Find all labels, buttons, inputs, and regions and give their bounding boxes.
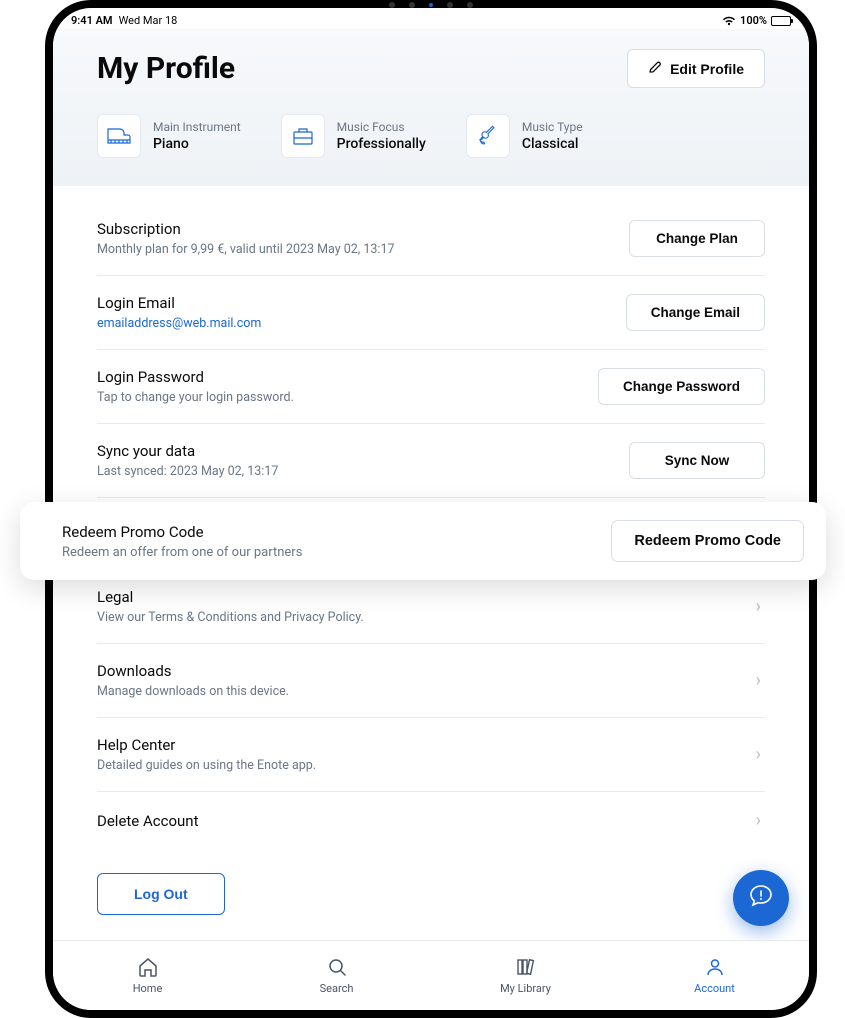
chevron-right-icon: › [756, 596, 765, 617]
email-value: emailaddress@web.mail.com [97, 316, 261, 331]
change-plan-button[interactable]: Change Plan [629, 220, 765, 257]
edit-profile-label: Edit Profile [670, 61, 744, 77]
logout-button[interactable]: Log Out [97, 873, 225, 915]
instrument-label: Main Instrument [153, 120, 241, 134]
tab-search-label: Search [320, 982, 354, 995]
focus-card: Music Focus Professionally [281, 114, 426, 158]
subscription-title: Subscription [97, 220, 395, 238]
focus-value: Professionally [337, 136, 426, 152]
pencil-icon [648, 60, 662, 77]
genre-value: Classical [522, 136, 583, 152]
email-title: Login Email [97, 294, 261, 312]
tab-account-label: Account [694, 982, 735, 995]
status-date: Wed Mar 18 [119, 14, 178, 27]
battery-icon [771, 16, 791, 26]
change-email-button[interactable]: Change Email [626, 294, 765, 331]
tab-account[interactable]: Account [620, 941, 809, 1010]
tab-home[interactable]: Home [53, 941, 242, 1010]
help-title: Help Center [97, 736, 316, 754]
tab-bar: Home Search My Library Account [53, 940, 809, 1010]
delete-account-title: Delete Account [97, 812, 198, 830]
page-title: My Profile [97, 51, 235, 86]
help-sub: Detailed guides on using the Enote app. [97, 758, 316, 773]
home-icon [137, 956, 159, 978]
tab-home-label: Home [133, 982, 163, 995]
battery-percent: 100% [740, 14, 767, 27]
genre-card: Music Type Classical [466, 114, 583, 158]
help-row[interactable]: Help Center Detailed guides on using the… [97, 718, 765, 792]
redeem-sub: Redeem an offer from one of our partners [62, 545, 302, 560]
account-icon [704, 956, 726, 978]
instrument-value: Piano [153, 136, 241, 152]
redeem-promo-card: Redeem Promo Code Redeem an offer from o… [20, 502, 826, 580]
chevron-right-icon: › [756, 810, 765, 831]
focus-label: Music Focus [337, 120, 426, 134]
tab-library-label: My Library [500, 982, 551, 995]
status-time: 9:41 AM [71, 14, 113, 27]
search-icon [326, 956, 348, 978]
password-sub: Tap to change your login password. [97, 390, 294, 405]
library-icon [515, 956, 537, 978]
status-bar: 9:41 AM Wed Mar 18 100% [53, 8, 809, 29]
change-password-button[interactable]: Change Password [598, 368, 765, 405]
genre-label: Music Type [522, 120, 583, 134]
redeem-title: Redeem Promo Code [62, 523, 302, 541]
violin-icon [466, 114, 510, 158]
subscription-sub: Monthly plan for 9,99 €, valid until 202… [97, 242, 395, 257]
legal-title: Legal [97, 588, 364, 606]
delete-account-row[interactable]: Delete Account › [97, 792, 765, 849]
tab-search[interactable]: Search [242, 941, 431, 1010]
downloads-title: Downloads [97, 662, 289, 680]
subscription-row: Subscription Monthly plan for 9,99 €, va… [97, 202, 765, 276]
tab-library[interactable]: My Library [431, 941, 620, 1010]
password-title: Login Password [97, 368, 294, 386]
briefcase-icon [281, 114, 325, 158]
wifi-icon [722, 16, 736, 26]
downloads-sub: Manage downloads on this device. [97, 684, 289, 699]
legal-sub: View our Terms & Conditions and Privacy … [97, 610, 364, 625]
legal-row[interactable]: Legal View our Terms & Conditions and Pr… [97, 570, 765, 644]
email-row: Login Email emailaddress@web.mail.com Ch… [97, 276, 765, 350]
sync-title: Sync your data [97, 442, 278, 460]
chevron-right-icon: › [756, 670, 765, 691]
piano-icon [97, 114, 141, 158]
instrument-card: Main Instrument Piano [97, 114, 241, 158]
sync-sub: Last synced: 2023 May 02, 13:17 [97, 464, 278, 479]
redeem-promo-button[interactable]: Redeem Promo Code [611, 520, 804, 562]
chat-fab[interactable] [733, 870, 789, 926]
sync-row: Sync your data Last synced: 2023 May 02,… [97, 424, 765, 498]
chat-bubble-icon [748, 883, 774, 913]
profile-header: My Profile Edit Profile Main [53, 29, 809, 186]
edit-profile-button[interactable]: Edit Profile [627, 49, 765, 88]
chevron-right-icon: › [756, 744, 765, 765]
downloads-row[interactable]: Downloads Manage downloads on this devic… [97, 644, 765, 718]
sync-now-button[interactable]: Sync Now [629, 442, 765, 479]
password-row: Login Password Tap to change your login … [97, 350, 765, 424]
